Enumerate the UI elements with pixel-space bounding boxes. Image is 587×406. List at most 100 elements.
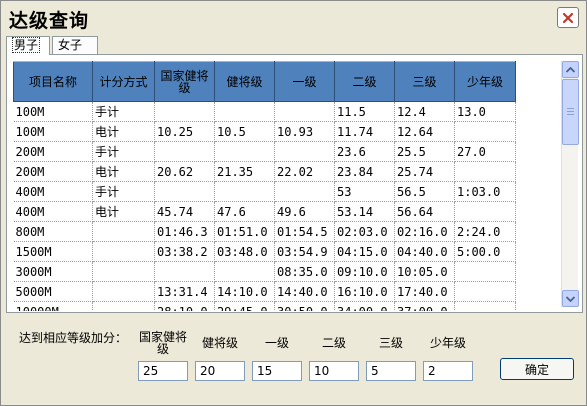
table-cell[interactable]: [454, 281, 516, 302]
table-cell[interactable]: [154, 101, 215, 122]
table-cell[interactable]: 5000M: [13, 281, 93, 302]
table-cell[interactable]: 28:10.0: [154, 301, 215, 311]
table-cell[interactable]: 10.93: [274, 121, 335, 142]
column-header[interactable]: 计分方式: [92, 61, 155, 102]
table-cell[interactable]: 53: [334, 181, 395, 202]
table-cell[interactable]: 03:54.9: [274, 241, 335, 262]
table-cell[interactable]: 56.5: [394, 181, 455, 202]
table-cell[interactable]: 09:10.0: [334, 261, 395, 282]
table-cell[interactable]: 25.74: [394, 161, 455, 182]
table-cell[interactable]: [92, 221, 155, 242]
table-row[interactable]: 100M 手计 11.5 12.4 13.0: [13, 101, 516, 122]
scroll-thumb[interactable]: [562, 79, 579, 145]
third-level-points-input[interactable]: [366, 361, 416, 381]
table-cell[interactable]: 手计: [92, 101, 155, 122]
scroll-up-button[interactable]: [562, 61, 579, 78]
table-row[interactable]: 10000M 28:10.029:45.030:50.034:00.037:00.…: [13, 301, 516, 311]
table-row[interactable]: 100M 电计 10.25 10.5 10.93 11.74 12.64: [13, 121, 516, 142]
column-header[interactable]: 少年级: [454, 61, 516, 102]
table-cell[interactable]: 400M: [13, 201, 93, 222]
table-cell[interactable]: 17:40.0: [394, 281, 455, 302]
table-cell[interactable]: [154, 181, 215, 202]
table-cell[interactable]: 11.5: [334, 101, 395, 122]
table-cell[interactable]: 电计: [92, 121, 155, 142]
table-cell[interactable]: 22.02: [274, 161, 335, 182]
table-cell[interactable]: 04:40.0: [394, 241, 455, 262]
table-cell[interactable]: 37:00.0: [394, 301, 455, 311]
table-cell[interactable]: [92, 281, 155, 302]
table-cell[interactable]: 23.6: [334, 141, 395, 162]
junior-points-input[interactable]: [423, 361, 473, 381]
table-cell[interactable]: 11.74: [334, 121, 395, 142]
table-cell[interactable]: 10000M: [13, 301, 93, 311]
table-cell[interactable]: 200M: [13, 161, 93, 182]
scroll-down-button[interactable]: [562, 290, 579, 307]
table-cell[interactable]: [454, 261, 516, 282]
table-cell[interactable]: 02:03.0: [334, 221, 395, 242]
table-cell[interactable]: 21.35: [214, 161, 275, 182]
table-cell[interactable]: [92, 241, 155, 262]
table-cell[interactable]: 手计: [92, 181, 155, 202]
table-cell[interactable]: 04:15.0: [334, 241, 395, 262]
table-cell[interactable]: 27.0: [454, 141, 516, 162]
table-cell[interactable]: [454, 121, 516, 142]
table-row[interactable]: 400M 电计 45.74 47.6 49.6 53.14 56.64: [13, 201, 516, 222]
table-cell[interactable]: 20.62: [154, 161, 215, 182]
table-cell[interactable]: [92, 261, 155, 282]
table-cell[interactable]: 800M: [13, 221, 93, 242]
table-cell[interactable]: 100M: [13, 121, 93, 142]
table-cell[interactable]: 电计: [92, 201, 155, 222]
table-row[interactable]: 800M 01:46.3 01:51.0 01:54.5 02:03.0 02:16.0 2…: [13, 221, 516, 242]
table-cell[interactable]: 34:00.0: [334, 301, 395, 311]
table-cell[interactable]: 03:48.0: [214, 241, 275, 262]
table-cell[interactable]: [274, 181, 335, 202]
table-cell[interactable]: [274, 141, 335, 162]
table-cell[interactable]: 25.5: [394, 141, 455, 162]
table-cell[interactable]: 5:00.0: [454, 241, 516, 262]
first-level-points-input[interactable]: [252, 361, 302, 381]
table-cell[interactable]: 02:16.0: [394, 221, 455, 242]
national-master-points-input[interactable]: [138, 361, 188, 381]
table-cell[interactable]: 23.84: [334, 161, 395, 182]
table-cell[interactable]: 12.64: [394, 121, 455, 142]
table-cell[interactable]: [454, 201, 516, 222]
table-cell[interactable]: 16:10.0: [334, 281, 395, 302]
table-cell[interactable]: 45.74: [154, 201, 215, 222]
table-cell[interactable]: 200M: [13, 141, 93, 162]
table-cell[interactable]: 08:35.0: [274, 261, 335, 282]
table-cell[interactable]: 14:40.0: [274, 281, 335, 302]
table-cell[interactable]: [214, 181, 275, 202]
second-level-points-input[interactable]: [309, 361, 359, 381]
table-cell[interactable]: 电计: [92, 161, 155, 182]
table-cell[interactable]: [214, 261, 275, 282]
table-cell[interactable]: 100M: [13, 101, 93, 122]
table-cell[interactable]: 49.6: [274, 201, 335, 222]
table-cell[interactable]: [154, 141, 215, 162]
table-cell[interactable]: 2:24.0: [454, 221, 516, 242]
table-cell[interactable]: [454, 301, 516, 311]
column-header[interactable]: 二级: [334, 61, 395, 102]
table-cell[interactable]: [214, 141, 275, 162]
table-row[interactable]: 200M 电计 20.62 21.35 22.02 23.84 25.74: [13, 161, 516, 182]
table-cell[interactable]: 1:03.0: [454, 181, 516, 202]
table-row[interactable]: 1500M 03:38.2 03:48.0 03:54.9 04:15.0 04:40.0…: [13, 241, 516, 262]
table-cell[interactable]: 01:51.0: [214, 221, 275, 242]
column-header[interactable]: 项目名称: [13, 61, 93, 102]
table-cell[interactable]: 53.14: [334, 201, 395, 222]
table-cell[interactable]: [454, 161, 516, 182]
table-cell[interactable]: 29:45.0: [214, 301, 275, 311]
close-button[interactable]: [557, 7, 579, 28]
table-row[interactable]: 400M 手计 53 56.5 1:03.0: [13, 181, 516, 202]
column-header[interactable]: 国家健将级: [154, 61, 215, 102]
column-header[interactable]: 三级: [394, 61, 455, 102]
table-cell[interactable]: 03:38.2: [154, 241, 215, 262]
table-cell[interactable]: 12.4: [394, 101, 455, 122]
table-row[interactable]: 200M 手计 23.6 25.5 27.0: [13, 141, 516, 162]
master-points-input[interactable]: [195, 361, 245, 381]
ok-button[interactable]: 确定: [500, 358, 574, 380]
table-cell[interactable]: 3000M: [13, 261, 93, 282]
table-cell[interactable]: [154, 261, 215, 282]
table-cell[interactable]: 10.5: [214, 121, 275, 142]
table-cell[interactable]: [274, 101, 335, 122]
table-cell[interactable]: 01:46.3: [154, 221, 215, 242]
